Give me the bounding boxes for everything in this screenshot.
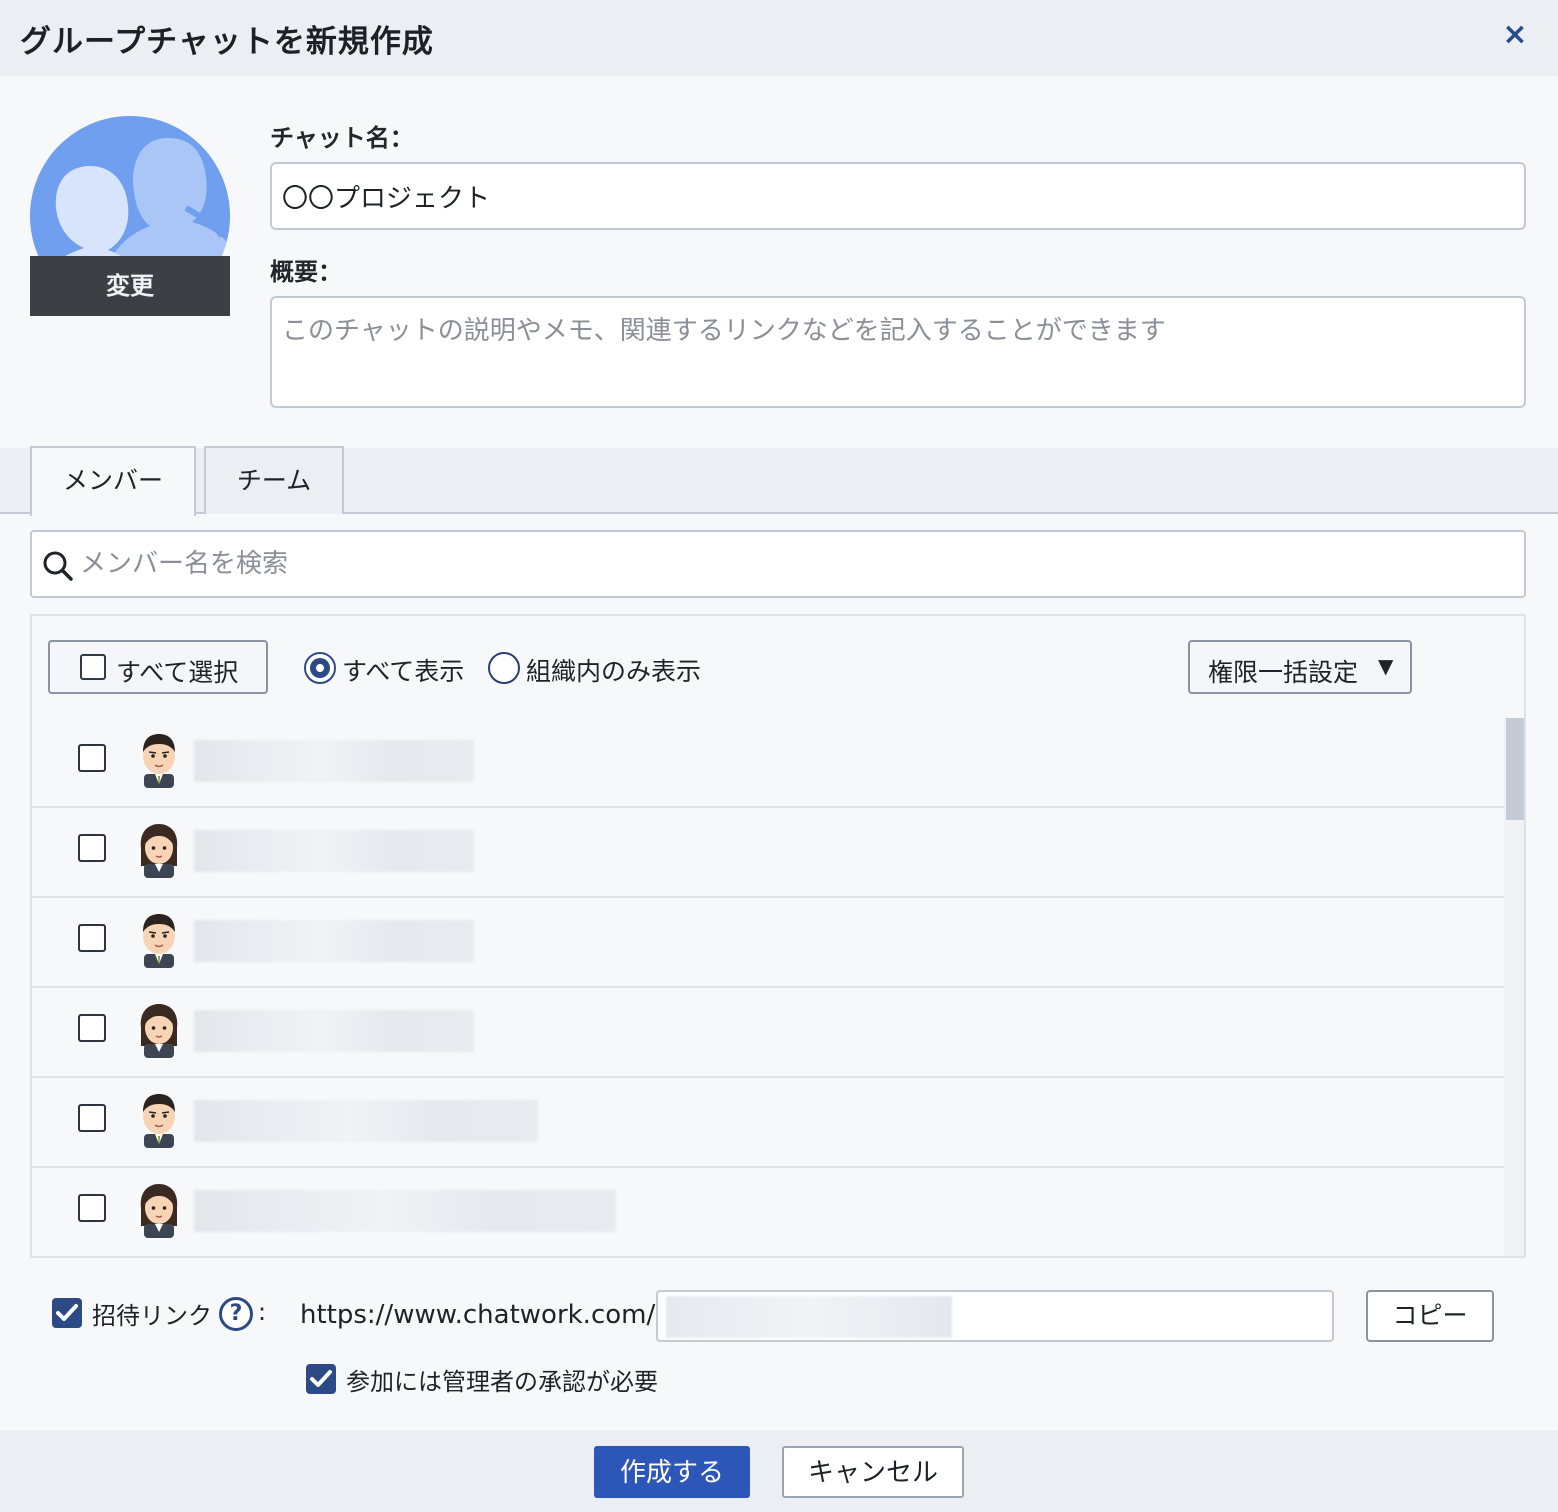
list-item[interactable] xyxy=(32,898,1504,988)
select-all-label: すべて選択 xyxy=(116,658,239,687)
dialog-header: グループチャットを新規作成 × xyxy=(0,0,1558,76)
member-checkbox[interactable] xyxy=(78,1014,106,1042)
bulk-permission-dropdown[interactable]: 権限一括設定 ▼ xyxy=(1188,640,1412,694)
org-only-label: 組織内のみ表示 xyxy=(526,657,702,686)
change-avatar-button[interactable]: 変更 xyxy=(30,256,230,316)
approval-required-label: 参加には管理者の承認が必要 xyxy=(346,1368,658,1396)
member-checkbox[interactable] xyxy=(78,1194,106,1222)
female-avatar-icon xyxy=(134,1002,184,1062)
male-avatar-icon xyxy=(134,1092,184,1152)
close-icon[interactable]: × xyxy=(1498,18,1532,52)
invite-url-redacted xyxy=(666,1296,952,1338)
invite-url-field[interactable] xyxy=(656,1290,1334,1342)
select-all-checkbox[interactable] xyxy=(80,654,106,680)
create-button[interactable]: 作成する xyxy=(594,1446,750,1498)
chat-name-input[interactable] xyxy=(270,162,1526,230)
search-icon xyxy=(43,551,73,581)
checkmark-icon xyxy=(56,1304,78,1321)
summary-label: 概要： xyxy=(270,258,342,286)
member-list-toolbar: すべて選択 すべて表示 組織内のみ表示 権限一括設定 ▼ xyxy=(32,616,1524,718)
list-item[interactable] xyxy=(32,1168,1504,1256)
member-name-redacted xyxy=(194,1190,616,1232)
member-name-redacted xyxy=(194,1010,474,1052)
member-checkbox[interactable] xyxy=(78,1104,106,1132)
bulk-permission-label: 権限一括設定 xyxy=(1208,658,1359,687)
select-all-button[interactable]: すべて選択 xyxy=(48,640,268,694)
invite-link-label: 招待リンク xyxy=(92,1302,212,1330)
member-checkbox[interactable] xyxy=(78,924,106,952)
member-rows xyxy=(32,718,1504,1256)
invite-link-checkbox[interactable] xyxy=(52,1298,82,1328)
chevron-down-icon: ▼ xyxy=(1378,654,1394,678)
tab-teams[interactable]: チーム xyxy=(204,446,344,514)
member-name-redacted xyxy=(194,920,474,962)
chat-name-label: チャット名： xyxy=(270,124,414,152)
female-avatar-icon xyxy=(134,822,184,882)
copy-button[interactable]: コピー xyxy=(1366,1290,1494,1342)
member-list-panel: すべて選択 すべて表示 組織内のみ表示 権限一括設定 ▼ xyxy=(30,614,1526,1258)
dialog-title: グループチャットを新規作成 xyxy=(20,24,434,60)
list-item[interactable] xyxy=(32,718,1504,808)
member-search-box xyxy=(30,530,1526,598)
invite-url-prefix: https://www.chatwork.com/g/ xyxy=(300,1300,681,1330)
member-name-redacted xyxy=(194,740,474,782)
member-name-redacted xyxy=(194,830,474,872)
list-item[interactable] xyxy=(32,808,1504,898)
invite-link-colon: : xyxy=(258,1298,267,1326)
male-avatar-icon xyxy=(134,912,184,972)
tab-members[interactable]: メンバー xyxy=(30,446,196,516)
checkmark-icon xyxy=(310,1370,332,1387)
scrollbar-thumb[interactable] xyxy=(1506,718,1524,820)
show-all-radio[interactable] xyxy=(304,652,336,684)
approval-required-checkbox[interactable] xyxy=(306,1364,336,1394)
male-avatar-icon xyxy=(134,732,184,792)
list-item[interactable] xyxy=(32,988,1504,1078)
show-all-label: すべて表示 xyxy=(342,657,465,686)
member-name-redacted xyxy=(194,1100,538,1142)
summary-textarea[interactable] xyxy=(270,296,1526,408)
female-avatar-icon xyxy=(134,1182,184,1242)
member-search-input[interactable] xyxy=(80,538,1480,590)
help-icon[interactable]: ? xyxy=(219,1297,253,1331)
member-checkbox[interactable] xyxy=(78,834,106,862)
list-item[interactable] xyxy=(32,1078,1504,1168)
member-checkbox[interactable] xyxy=(78,744,106,772)
cancel-button[interactable]: キャンセル xyxy=(782,1446,964,1498)
org-only-radio[interactable] xyxy=(488,652,520,684)
create-group-chat-dialog: グループチャットを新規作成 × 変更 チャット名： 概要： メンバー チーム xyxy=(0,0,1558,1512)
dialog-footer xyxy=(0,1430,1558,1512)
